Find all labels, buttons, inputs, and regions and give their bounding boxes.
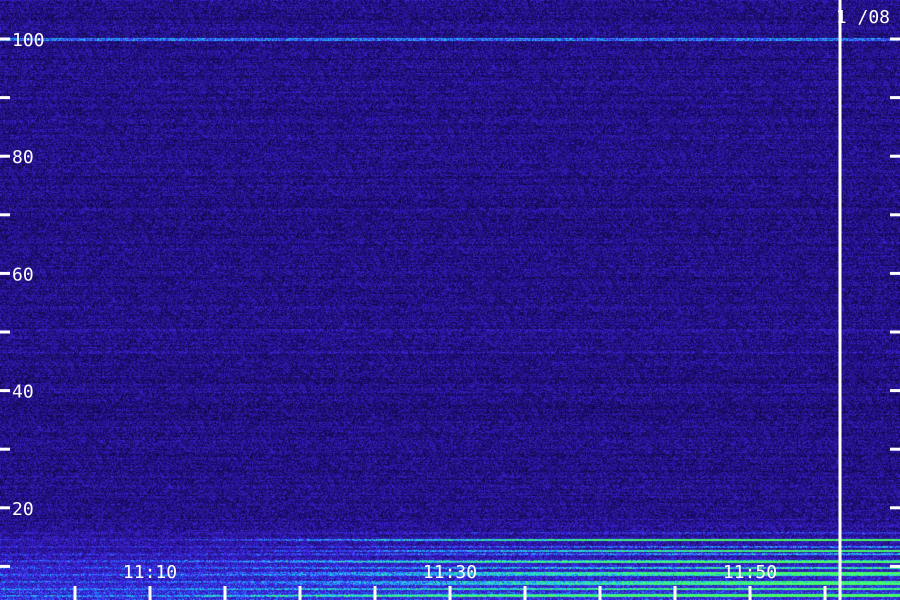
date-label: 1 /08 bbox=[836, 7, 890, 28]
x-tick-label: 11:50 bbox=[723, 562, 777, 583]
y-tick-label: 60 bbox=[12, 264, 34, 285]
x-axis: 11:10 11:30 11:50 bbox=[73, 562, 827, 600]
spectrogram-axes: 100 80 60 40 20 11:10 11:30 11:50 1 /08 bbox=[0, 0, 900, 600]
y-tick-label: 100 bbox=[12, 30, 45, 51]
y-tick-label: 40 bbox=[12, 382, 34, 403]
y-axis: 100 80 60 40 20 bbox=[0, 30, 900, 568]
spectrogram: 100 80 60 40 20 11:10 11:30 11:50 1 /08 bbox=[0, 0, 900, 600]
y-tick-label: 20 bbox=[12, 499, 34, 520]
y-tick-label: 80 bbox=[12, 147, 34, 168]
x-tick-label: 11:30 bbox=[423, 562, 477, 583]
x-tick-label: 11:10 bbox=[123, 562, 177, 583]
